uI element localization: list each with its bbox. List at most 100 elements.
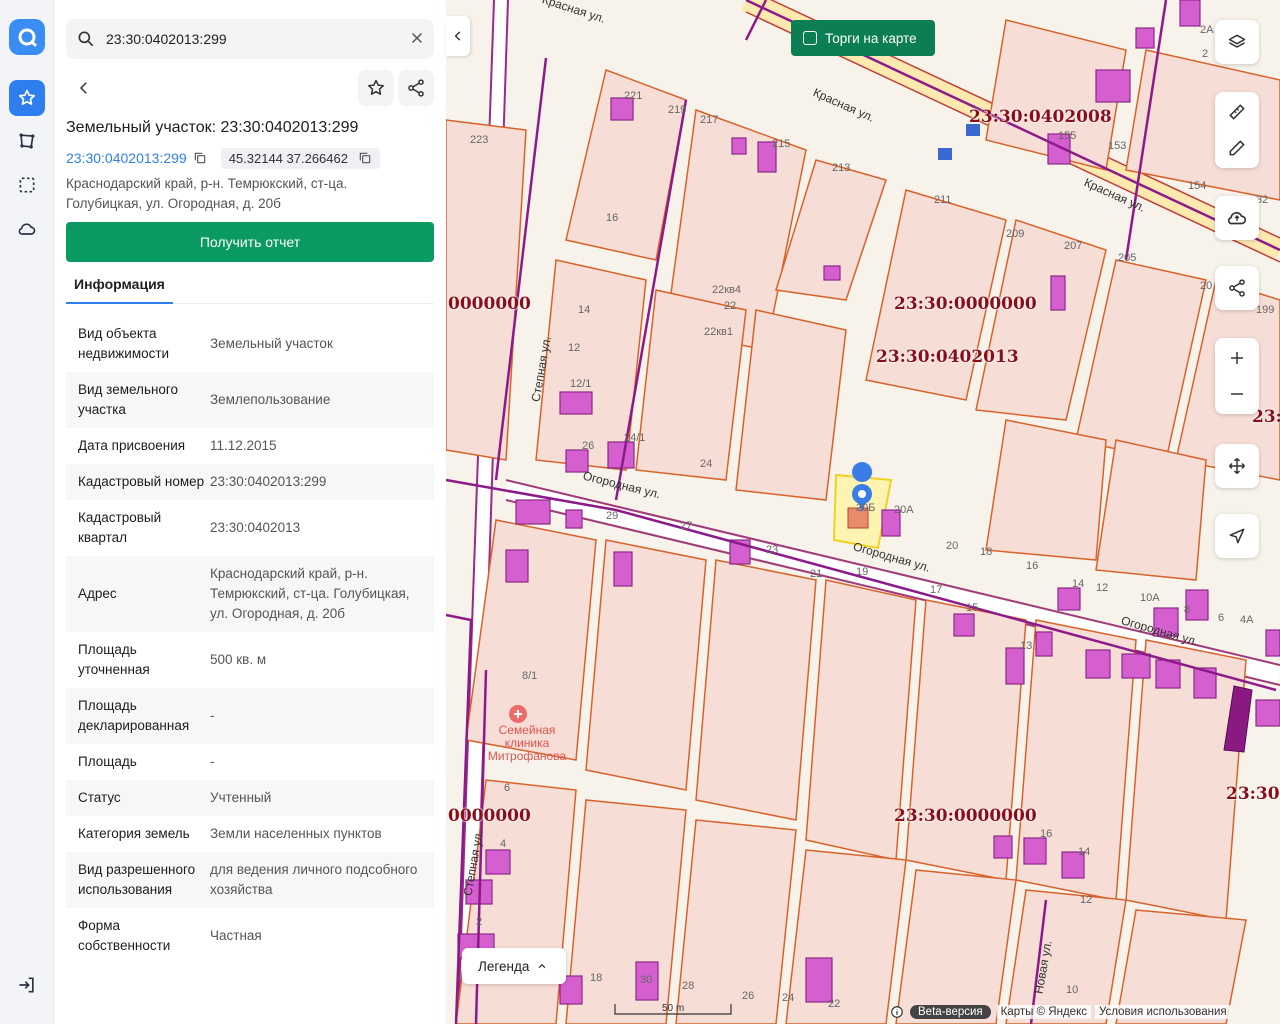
app-logo[interactable] xyxy=(9,19,45,55)
legend-button[interactable]: Легенда xyxy=(462,948,566,984)
info-row: Кадастровый номер 23:30:0402013:299 xyxy=(66,464,434,500)
measure-toolbar xyxy=(1215,92,1259,168)
star-icon xyxy=(368,79,384,95)
auctions-checkbox[interactable] xyxy=(803,31,817,45)
house-number: 24/1 xyxy=(624,432,646,444)
share-icon xyxy=(1229,279,1245,297)
legend-label: Легенда xyxy=(478,958,530,974)
house-number: 213 xyxy=(832,162,851,174)
close-icon[interactable] xyxy=(408,29,426,47)
quarter-label: 23:30:0402013 xyxy=(876,347,1019,367)
tab-info[interactable]: Информация xyxy=(66,268,173,304)
favorites-button[interactable] xyxy=(9,80,45,116)
quarter-label: 0000000 xyxy=(448,806,531,826)
upload-button[interactable] xyxy=(1215,196,1259,240)
object-panel: Земельный участок: 23:30:0402013:299 23:… xyxy=(54,0,446,1024)
house-number: 18 xyxy=(590,972,603,984)
login-button[interactable] xyxy=(9,967,45,1003)
map-share-button[interactable] xyxy=(1215,266,1259,310)
info-row: Статус Учтенный xyxy=(66,780,434,816)
info-key: Площадь декларированная xyxy=(78,698,190,733)
info-table: Вид объекта недвижимости Земельный участо… xyxy=(66,316,434,964)
navigation-arrow-icon xyxy=(1229,528,1245,544)
info-key: Вид разрешенного использования xyxy=(78,862,196,897)
map-canvas[interactable]: 23:30:0402008 23:30:0000000 23:30:040201… xyxy=(446,0,1280,1024)
house-number: 16 xyxy=(606,212,619,224)
house-number: 30 xyxy=(640,974,653,986)
cadastral-number-link[interactable]: 23:30:0402013:299 xyxy=(66,150,187,166)
chevron-left-icon xyxy=(454,31,461,41)
pan-button[interactable] xyxy=(1215,444,1259,488)
poi-clinic[interactable]: Семейная клиника Митрофанова xyxy=(482,724,572,763)
info-row: Категория земель Земли населенных пунктов xyxy=(66,816,434,852)
polygon-tool-button[interactable] xyxy=(9,123,45,159)
get-report-button[interactable]: Получить отчет xyxy=(66,222,434,262)
card-toolbar xyxy=(66,68,434,108)
house-number: 2А xyxy=(1200,24,1214,36)
zoom-out-button[interactable] xyxy=(1215,376,1259,412)
copy-icon[interactable] xyxy=(193,151,207,165)
identifier-row: 23:30:0402013:299 45.32144 37.266462 xyxy=(66,146,380,170)
info-value: 11.12.2015 xyxy=(210,438,277,453)
add-favorite-button[interactable] xyxy=(358,70,394,106)
cloud-button[interactable] xyxy=(9,211,45,247)
back-button[interactable] xyxy=(66,70,102,106)
coordinates-chip[interactable]: 45.32144 37.266462 xyxy=(220,147,380,169)
info-value: 23:30:0402013 xyxy=(210,520,301,535)
info-value: - xyxy=(210,708,215,723)
house-number: 14 xyxy=(578,304,591,316)
info-value: для ведения личного подсобного хозяйства xyxy=(210,862,418,897)
info-row: Вид объекта недвижимости Земельный участо… xyxy=(66,316,434,372)
edit-button[interactable] xyxy=(1215,130,1259,166)
house-number: 12/1 xyxy=(570,378,592,390)
search-input[interactable] xyxy=(106,19,396,59)
star-icon xyxy=(18,89,36,105)
geolocation-button[interactable] xyxy=(1215,514,1259,558)
logo-icon xyxy=(18,28,37,47)
share-button[interactable] xyxy=(398,70,434,106)
house-number: 219 xyxy=(668,104,687,116)
house-number: 199 xyxy=(1256,304,1275,316)
copyright-link[interactable]: Карты © Яндекс xyxy=(996,1005,1091,1019)
terms-link[interactable]: Условия использования xyxy=(1094,1005,1231,1019)
cloud-upload-icon xyxy=(1227,211,1247,225)
login-icon xyxy=(19,977,34,993)
house-number: 153 xyxy=(1108,140,1127,152)
house-number: 22 xyxy=(724,300,737,312)
info-key: Вид объекта недвижимости xyxy=(78,326,170,361)
house-number: 2 xyxy=(476,916,483,928)
info-row: Площадь - xyxy=(66,744,434,780)
cloud-icon xyxy=(18,223,36,235)
map-footer: Beta-версия Карты © Яндекс Условия испол… xyxy=(890,1003,1231,1021)
house-number: 24 xyxy=(700,458,713,470)
house-number: 22кв4 xyxy=(712,284,742,296)
info-row: Кадастровый квартал 23:30:0402013 xyxy=(66,500,434,556)
info-key: Категория земель xyxy=(78,826,190,841)
house-number: 26 xyxy=(582,440,595,452)
info-value: Землепользование xyxy=(210,392,331,407)
auctions-toggle[interactable]: Торги на карте xyxy=(791,20,935,56)
info-row: Дата присвоения 11.12.2015 xyxy=(66,428,434,464)
house-number: 4А xyxy=(1240,614,1254,626)
quarter-label: 23:30:0402008 xyxy=(969,107,1112,127)
object-address: Краснодарский край, р-н. Темрюкский, ст-… xyxy=(66,176,348,211)
house-number: 6 xyxy=(504,782,511,794)
info-key: Адрес xyxy=(78,586,117,601)
house-number: 8 xyxy=(1184,604,1191,616)
auctions-label: Торги на карте xyxy=(825,30,917,46)
collapse-panel-button[interactable] xyxy=(446,16,470,56)
info-row: Адрес Краснодарский край, р-н. Темрюкский… xyxy=(66,556,434,632)
zoom-in-button[interactable] xyxy=(1215,340,1259,376)
ruler-button[interactable] xyxy=(1215,94,1259,130)
house-number: 29 xyxy=(606,510,619,522)
polygon-icon xyxy=(19,133,35,149)
layers-button[interactable] xyxy=(1215,20,1259,64)
layers-icon xyxy=(1228,34,1246,48)
info-value: 500 кв. м xyxy=(210,652,267,667)
select-area-button[interactable] xyxy=(9,167,45,203)
house-number: 155 xyxy=(1058,130,1077,142)
house-number: 18 xyxy=(980,546,993,558)
dashed-square-icon xyxy=(19,177,35,193)
info-icon[interactable] xyxy=(890,1005,904,1019)
edit-icon xyxy=(1229,140,1245,156)
